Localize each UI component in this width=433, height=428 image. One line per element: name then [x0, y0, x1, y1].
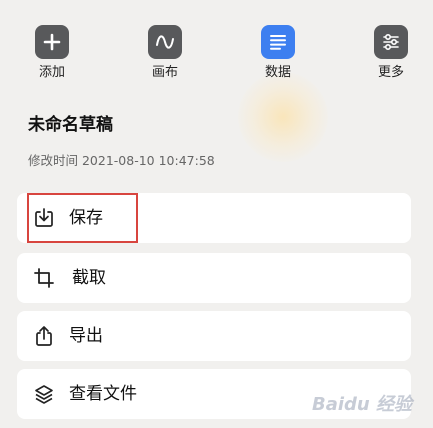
highlight-box [27, 193, 138, 243]
tool-add-label: 添加 [38, 65, 65, 80]
wave-icon [148, 25, 182, 59]
list-icon [261, 25, 295, 59]
share-icon [33, 325, 55, 347]
menu-item-export-label: 导出 [69, 326, 103, 346]
menu-item-crop-label: 截取 [72, 268, 106, 288]
menu-item-export[interactable]: 导出 [17, 311, 411, 361]
tool-canvas[interactable]: 画布 [125, 25, 205, 87]
menu-item-view-files-label: 查看文件 [69, 384, 137, 404]
layers-icon [33, 383, 55, 405]
tool-data-label: 数据 [264, 65, 291, 80]
tool-data[interactable]: 数据 [238, 25, 318, 87]
baidu-watermark: Baidu 经验 [312, 394, 415, 415]
crop-icon [33, 267, 55, 289]
menu-item-crop[interactable]: 截取 [17, 253, 411, 303]
document-title: 未命名草稿 [28, 115, 113, 135]
tool-add[interactable]: 添加 [12, 25, 92, 87]
plus-icon [35, 25, 69, 59]
modified-time: 修改时间 2021-08-10 10:47:58 [28, 153, 215, 168]
tool-more[interactable]: 更多 [351, 25, 431, 87]
sliders-icon [374, 25, 408, 59]
toolbar: 添加 画布 数据 更多 [0, 0, 433, 92]
watermark-text: Baidu 经验 [312, 394, 415, 415]
tool-canvas-label: 画布 [151, 65, 178, 80]
tool-more-label: 更多 [377, 65, 404, 80]
